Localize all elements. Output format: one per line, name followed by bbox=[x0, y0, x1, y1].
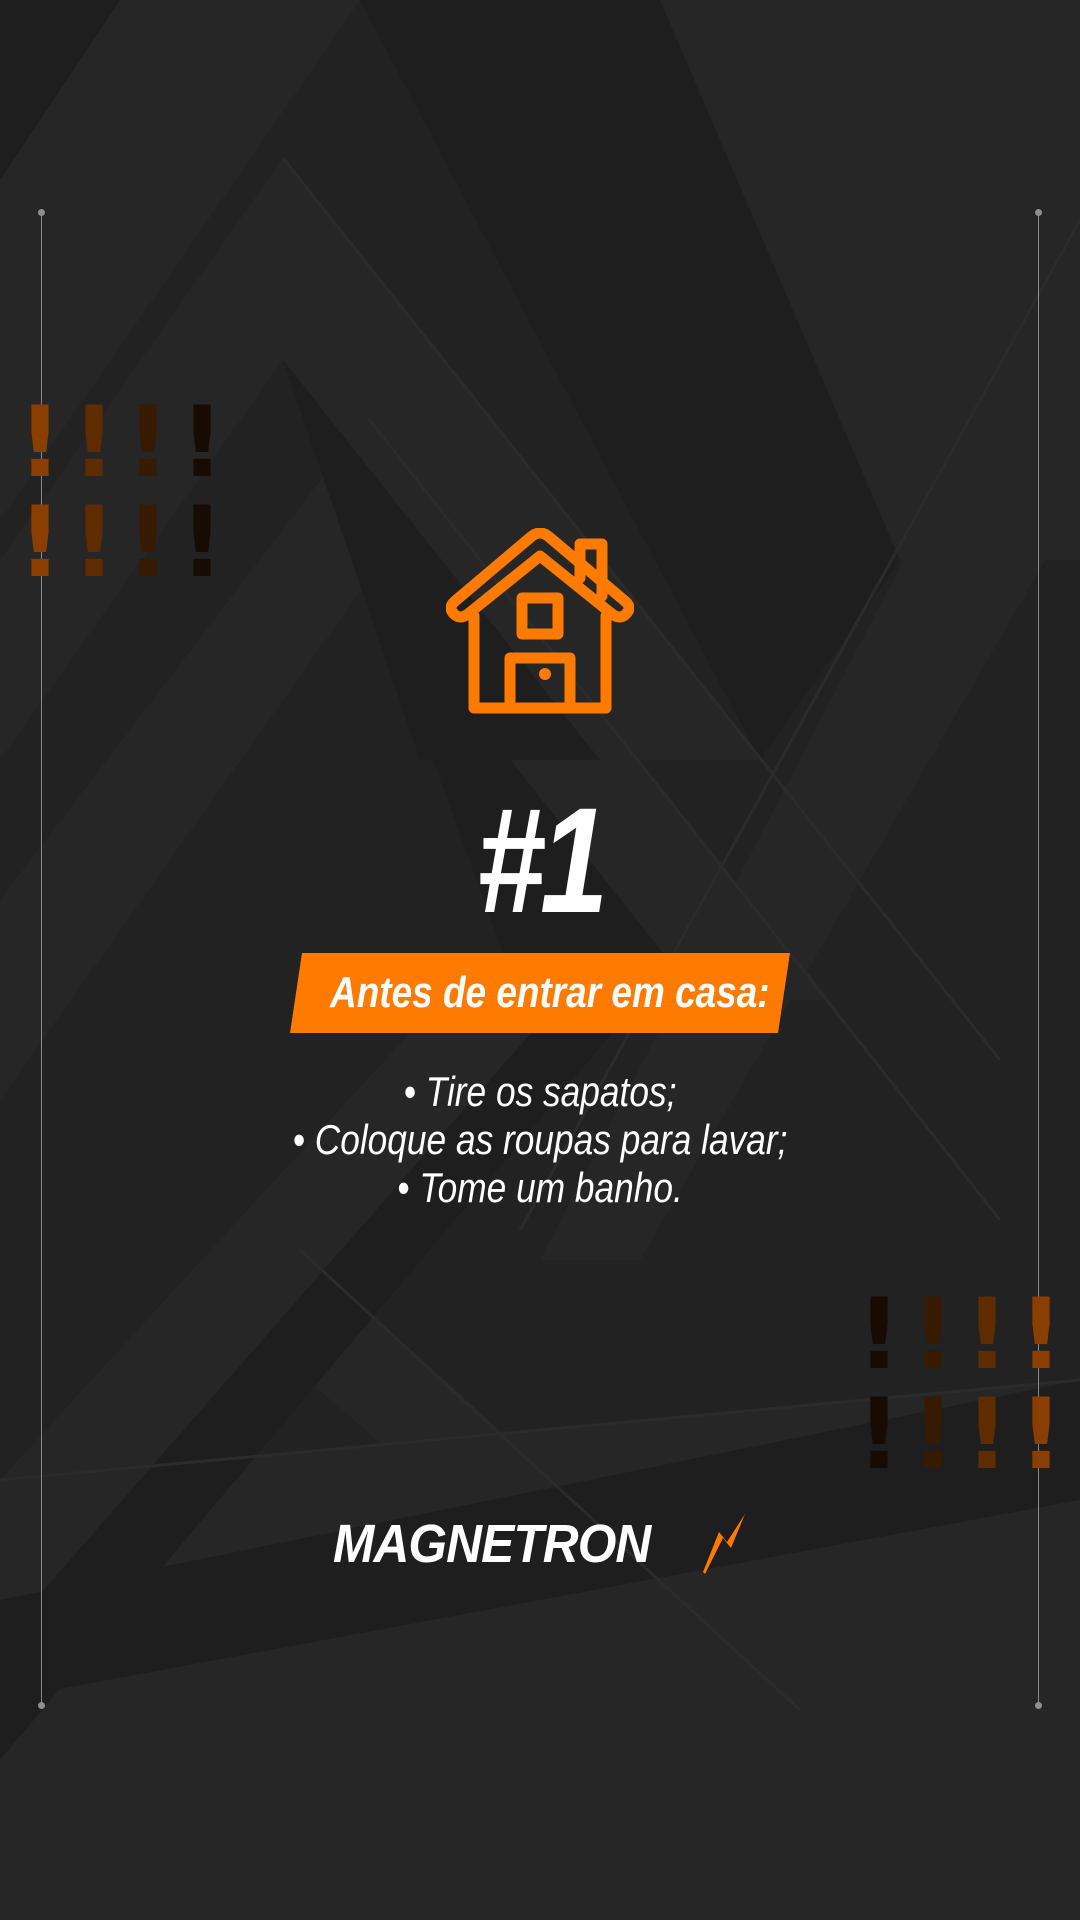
exclamation-icon: ! bbox=[910, 1378, 956, 1492]
left-top-dot bbox=[38, 209, 45, 216]
brand-name: MAGNETRON bbox=[333, 1514, 651, 1574]
tip-number: #1 bbox=[476, 776, 609, 944]
exclamation-icon: ! bbox=[17, 386, 63, 500]
tip-item: • Tire os sapatos; bbox=[403, 1068, 677, 1115]
exclamation-icon: ! bbox=[125, 486, 171, 600]
lightning-bolt-icon bbox=[703, 1514, 745, 1574]
exclamation-icon: ! bbox=[856, 1378, 902, 1492]
left-bottom-dot bbox=[38, 1702, 45, 1709]
right-bottom-dot bbox=[1035, 1702, 1042, 1709]
exclamation-icon: ! bbox=[910, 1278, 956, 1392]
exclamation-icon: ! bbox=[71, 486, 117, 600]
exclamation-icon: ! bbox=[71, 386, 117, 500]
tip-item: • Coloque as roupas para lavar; bbox=[292, 1116, 788, 1163]
exclamation-marks-right: ! ! ! ! ! ! ! ! bbox=[852, 1285, 1068, 1485]
exclamation-icon: ! bbox=[964, 1378, 1010, 1492]
exclamation-icon: ! bbox=[856, 1278, 902, 1392]
exclamation-icon: ! bbox=[964, 1278, 1010, 1392]
right-top-dot bbox=[1035, 209, 1042, 216]
house-icon bbox=[446, 528, 634, 714]
exclamation-icon: ! bbox=[1018, 1378, 1064, 1492]
exclamation-marks-left: ! ! ! ! ! ! ! ! bbox=[13, 393, 229, 593]
exclamation-icon: ! bbox=[125, 386, 171, 500]
tips-list: • Tire os sapatos; • Coloque as roupas p… bbox=[0, 1068, 1080, 1212]
heading-text: Antes de entrar em casa: bbox=[330, 968, 770, 1017]
exclamation-icon: ! bbox=[179, 486, 225, 600]
exclamation-icon: ! bbox=[1018, 1278, 1064, 1392]
exclamation-icon: ! bbox=[17, 486, 63, 600]
magnetron-logo: MAGNETRON bbox=[333, 1512, 753, 1576]
tip-item: • Tome um banho. bbox=[397, 1164, 683, 1211]
exclamation-icon: ! bbox=[179, 386, 225, 500]
heading-banner: Antes de entrar em casa: bbox=[290, 953, 790, 1033]
